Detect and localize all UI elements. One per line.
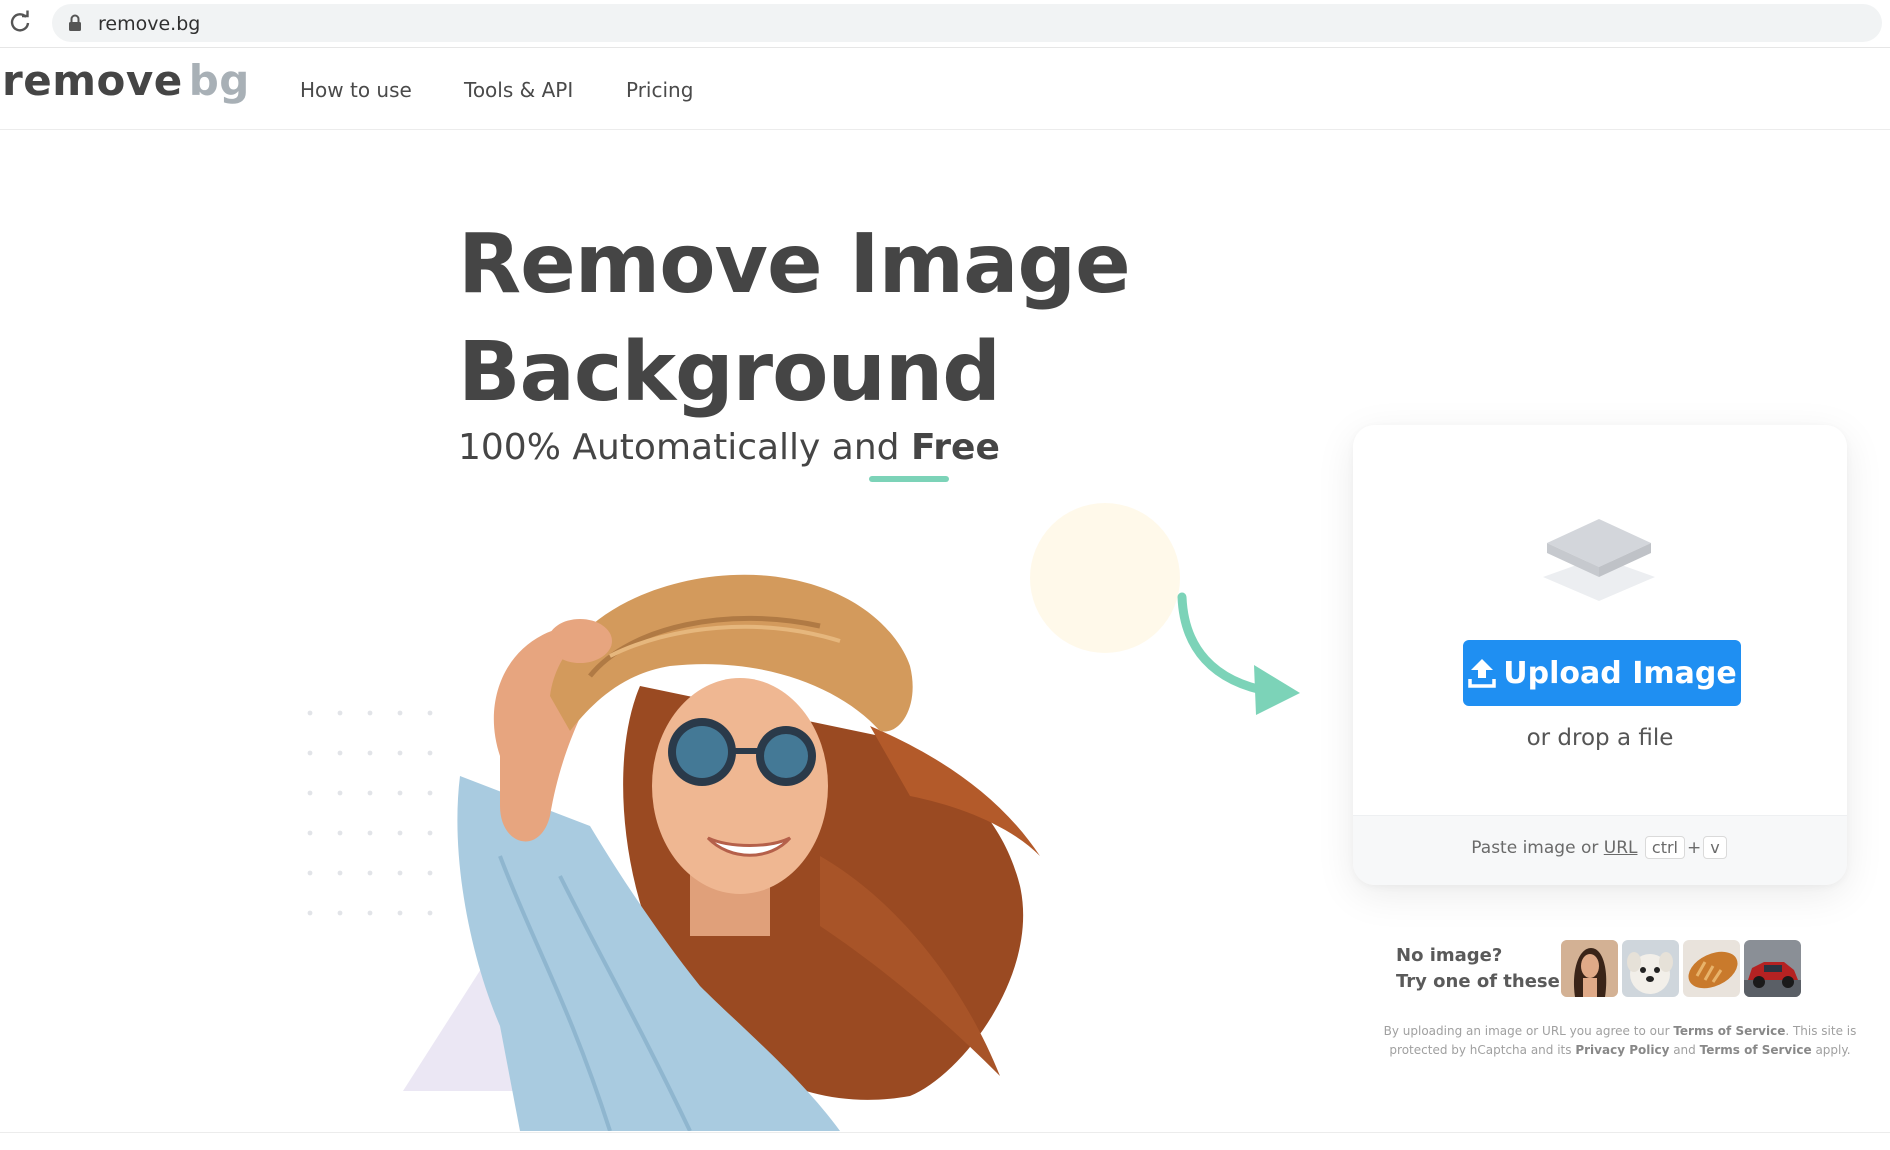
- lock-icon: [69, 14, 81, 31]
- nav-tools-api[interactable]: Tools & API: [464, 78, 573, 102]
- paste-hint: Paste image or URL ctrl + v: [1353, 836, 1847, 859]
- site-header: remove bg How to use Tools & API Pricing: [0, 48, 1890, 130]
- sample-prompt-line2: Try one of these:: [1396, 971, 1568, 992]
- sample-car-photo[interactable]: [1744, 940, 1801, 997]
- hero-section: Remove Image Background 100% Automatical…: [0, 131, 1890, 1131]
- footer-divider: [0, 1132, 1890, 1133]
- logo-text-remove: remove: [2, 56, 183, 105]
- browser-toolbar: remove.bg: [0, 0, 1890, 48]
- title-line-2: Background: [458, 325, 1001, 420]
- legal-text-4: apply.: [1811, 1043, 1851, 1057]
- url-text: remove.bg: [98, 13, 201, 35]
- upload-image-button[interactable]: Upload Image: [1463, 640, 1741, 706]
- url-link[interactable]: URL: [1604, 838, 1638, 858]
- yellow-blob-decoration: [1030, 503, 1180, 653]
- sample-woman-photo[interactable]: [1561, 940, 1618, 997]
- reload-icon[interactable]: [8, 10, 32, 34]
- upload-icon: [1468, 659, 1497, 688]
- free-underline: [869, 476, 949, 482]
- kbd-v: v: [1703, 836, 1727, 859]
- subtitle: 100% Automatically and Free: [458, 427, 1000, 468]
- legal-text-1: By uploading an image or URL you agree t…: [1383, 1024, 1674, 1038]
- upload-card[interactable]: Upload Image or drop a file Paste image …: [1353, 425, 1847, 885]
- logo-text-bg: bg: [188, 56, 250, 105]
- page-title: Remove Image Background: [458, 211, 1178, 427]
- kbd-plus: +: [1686, 838, 1702, 858]
- legal-notice: By uploading an image or URL you agree t…: [1375, 1022, 1865, 1060]
- title-line-1: Remove Image: [458, 217, 1131, 312]
- terms-link-1[interactable]: Terms of Service: [1673, 1024, 1785, 1038]
- nav-pricing[interactable]: Pricing: [626, 78, 693, 102]
- sample-dog-photo[interactable]: [1622, 940, 1679, 997]
- drop-file-text: or drop a file: [1526, 725, 1674, 751]
- logo[interactable]: remove bg: [2, 56, 250, 105]
- paste-bar: Paste image or URL ctrl + v: [1353, 815, 1847, 885]
- legal-text-3: and: [1669, 1043, 1700, 1057]
- kbd-ctrl: ctrl: [1644, 836, 1685, 859]
- drop-zone[interactable]: Upload Image or drop a file: [1353, 425, 1847, 815]
- curved-arrow-icon: [1177, 592, 1300, 715]
- layers-icon: [1543, 519, 1655, 601]
- sample-bread-photo[interactable]: [1683, 940, 1740, 997]
- subtitle-text: 100% Automatically and: [458, 427, 911, 468]
- sample-prompt-line1: No image?: [1396, 945, 1503, 966]
- paste-text: Paste image or: [1471, 838, 1604, 858]
- privacy-link[interactable]: Privacy Policy: [1575, 1043, 1669, 1057]
- subtitle-free: Free: [910, 427, 1000, 468]
- sample-prompt: No image? Try one of these:: [1396, 943, 1567, 995]
- address-bar[interactable]: remove.bg: [52, 4, 1882, 42]
- upload-button-label: Upload Image: [1503, 655, 1737, 691]
- terms-link-2[interactable]: Terms of Service: [1700, 1043, 1812, 1057]
- hero-woman-photo: [457, 574, 1040, 1131]
- nav-how-to-use[interactable]: How to use: [300, 78, 412, 102]
